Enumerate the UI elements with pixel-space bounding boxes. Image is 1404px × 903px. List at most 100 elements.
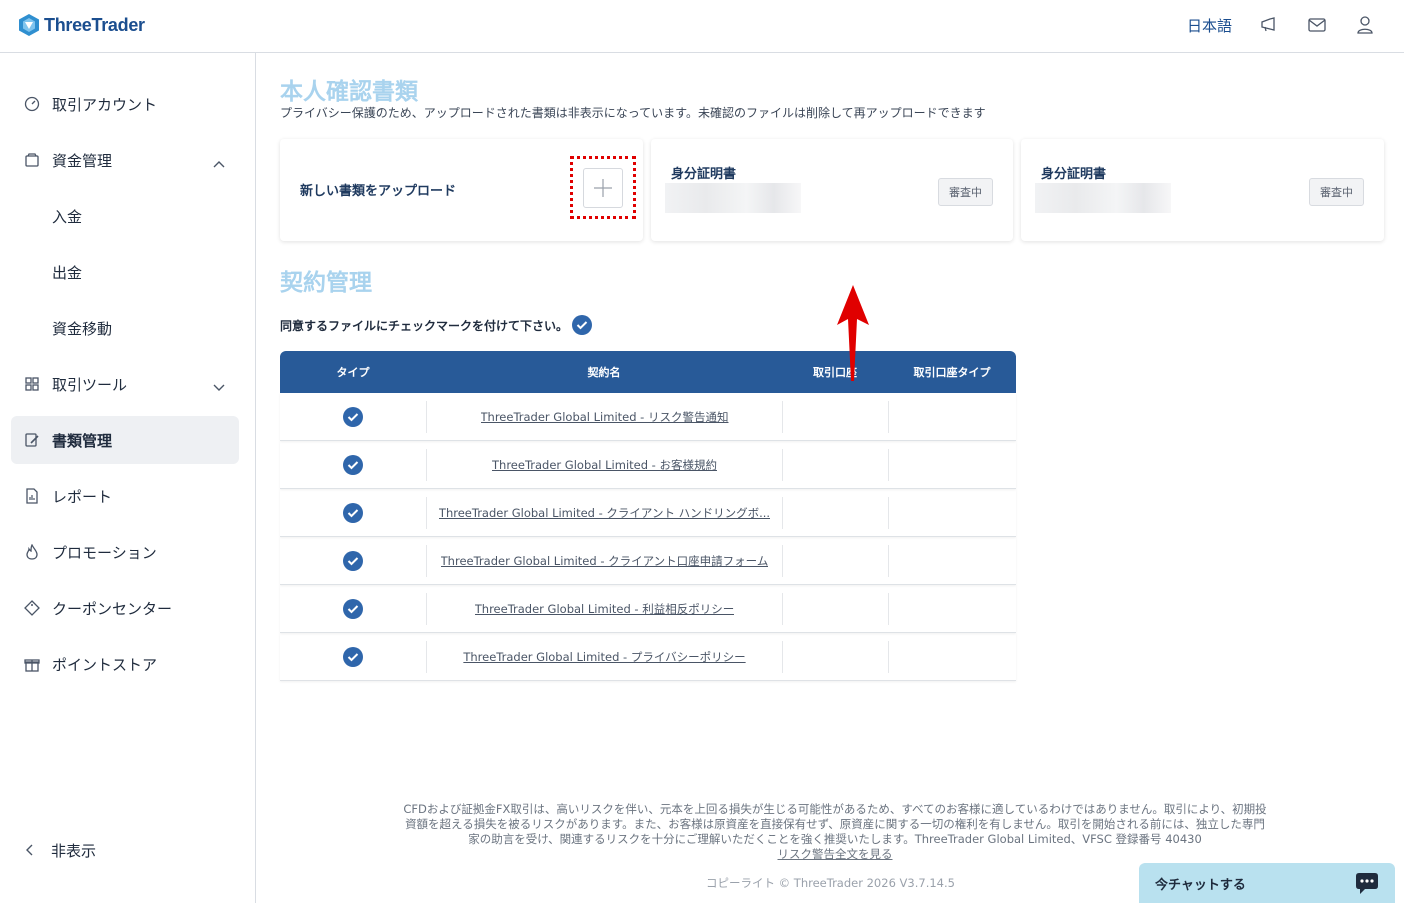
upload-button[interactable] xyxy=(583,167,623,208)
sidebar-item-funds[interactable]: 資金管理 xyxy=(11,136,239,184)
column-header-contract-name: 契約名 xyxy=(587,366,621,379)
account-cell xyxy=(782,544,888,577)
sidebar-item-transfer[interactable]: 資金移動 xyxy=(11,304,239,352)
chat-bubble-icon xyxy=(1356,873,1378,894)
contract-name-cell: ThreeTrader Global Limited - プライバシーポリシー xyxy=(426,640,782,673)
chat-widget[interactable]: 今チャットする xyxy=(1139,863,1395,903)
sidebar-item-label: プロモーション xyxy=(52,543,157,562)
annotation-arrow xyxy=(837,285,869,381)
account-type-cell xyxy=(888,640,1016,673)
account-type-cell xyxy=(888,592,1016,625)
sidebar-item-deposit[interactable]: 入金 xyxy=(11,192,239,240)
blurred-document-preview xyxy=(665,183,801,213)
sidebar-item-trading-tools[interactable]: 取引ツール xyxy=(11,360,239,408)
account-cell xyxy=(782,400,888,433)
check-circle-icon[interactable] xyxy=(343,598,363,619)
sidebar-item-point-store[interactable]: ポイントストア xyxy=(11,640,239,688)
contract-name-cell: ThreeTrader Global Limited - お客様規約 xyxy=(426,448,782,481)
table-row: ThreeTrader Global Limited - お客様規約 xyxy=(280,441,1016,489)
wallet-icon xyxy=(23,151,41,169)
flame-icon xyxy=(23,543,41,561)
sidebar-item-promotions[interactable]: プロモーション xyxy=(11,528,239,576)
ticket-icon xyxy=(23,599,41,617)
privacy-notice: プライバシー保護のため、アップロードされた書類は非表示になっています。未確認のフ… xyxy=(280,106,986,120)
column-header-type: タイプ xyxy=(336,366,370,379)
contract-name-cell: ThreeTrader Global Limited - クライアント口座申請フ… xyxy=(426,544,782,577)
contract-link[interactable]: ThreeTrader Global Limited - リスク警告通知 xyxy=(481,409,729,425)
document-title: 身分証明書 xyxy=(671,167,737,182)
type-cell xyxy=(280,545,426,577)
check-circle-icon[interactable] xyxy=(343,502,363,523)
gift-icon xyxy=(23,655,41,673)
hide-sidebar-button[interactable]: 非表示 xyxy=(11,826,239,874)
table-row: ThreeTrader Global Limited - プライバシーポリシー xyxy=(280,633,1016,681)
copyright: コピーライト © ThreeTrader 2026 V3.7.14.5 xyxy=(706,876,955,890)
chat-label: 今チャットする xyxy=(1155,877,1246,893)
risk-warning-link[interactable]: リスク警告全文を見る xyxy=(778,847,893,861)
upload-card: 新しい書類をアップロード xyxy=(280,139,643,241)
megaphone-icon[interactable] xyxy=(1258,12,1280,38)
chevron-down-icon xyxy=(213,377,225,396)
chevron-up-icon xyxy=(213,153,225,172)
sidebar-item-withdraw[interactable]: 出金 xyxy=(11,248,239,296)
blurred-document-preview xyxy=(1035,183,1171,213)
risk-warning: CFDおよび証拠金FX取引は、高いリスクを伴い、元本を上回る損失が生じる可能性が… xyxy=(400,802,1270,862)
check-circle-icon[interactable] xyxy=(343,454,363,475)
table-row: ThreeTrader Global Limited - 利益相反ポリシー xyxy=(280,585,1016,633)
column-header-account: 取引口座 xyxy=(813,366,857,379)
sidebar-item-label: 資金移動 xyxy=(52,319,113,338)
sidebar-item-label: レポート xyxy=(52,487,113,506)
contract-link[interactable]: ThreeTrader Global Limited - 利益相反ポリシー xyxy=(475,601,735,617)
sidebar-item-label: 入金 xyxy=(52,207,83,226)
account-type-cell xyxy=(888,448,1016,481)
check-circle-icon[interactable] xyxy=(343,550,363,571)
contract-link[interactable]: ThreeTrader Global Limited - お客様規約 xyxy=(492,457,717,473)
logo[interactable]: ThreeTrader xyxy=(18,13,145,37)
document-title: 身分証明書 xyxy=(1041,167,1107,182)
contracts-section-title: 契約管理 xyxy=(280,270,372,296)
identity-section-title: 本人確認書類 xyxy=(280,79,418,105)
document-card[interactable]: 身分証明書 審査中 xyxy=(1021,139,1384,241)
sidebar-item-coupon-center[interactable]: クーポンセンター xyxy=(11,584,239,632)
hide-label: 非表示 xyxy=(51,841,97,860)
gauge-icon xyxy=(23,95,41,113)
type-cell xyxy=(280,641,426,673)
sidebar-item-trading-accounts[interactable]: 取引アカウント xyxy=(11,80,239,128)
check-circle-icon[interactable] xyxy=(343,646,363,667)
sidebar-item-label: 取引ツール xyxy=(52,375,128,394)
contract-link[interactable]: ThreeTrader Global Limited - クライアント ハンドリ… xyxy=(439,505,770,521)
report-icon xyxy=(23,487,41,505)
language-selector[interactable]: 日本語 xyxy=(1187,15,1232,36)
sidebar: 取引アカウント 資金管理 入金 出金 資金移動 取引ツール 書類管理 レポート … xyxy=(0,53,256,903)
document-card[interactable]: 身分証明書 審査中 xyxy=(651,139,1013,241)
sidebar-item-reports[interactable]: レポート xyxy=(11,472,239,520)
type-cell xyxy=(280,401,426,433)
logo-text: ThreeTrader xyxy=(44,14,145,35)
contract-name-cell: ThreeTrader Global Limited - リスク警告通知 xyxy=(426,400,782,433)
type-cell xyxy=(280,593,426,625)
check-circle-icon xyxy=(572,315,592,335)
table-header: タイプ 契約名 取引口座 取引口座タイプ xyxy=(280,351,1016,393)
contract-name-cell: ThreeTrader Global Limited - 利益相反ポリシー xyxy=(426,592,782,625)
type-cell xyxy=(280,497,426,529)
user-icon[interactable] xyxy=(1354,12,1376,38)
chevron-left-icon xyxy=(25,841,33,860)
sidebar-item-label: 書類管理 xyxy=(52,431,113,450)
upload-label: 新しい書類をアップロード xyxy=(300,184,457,199)
account-cell xyxy=(782,640,888,673)
column-header-account-type: 取引口座タイプ xyxy=(913,366,991,379)
sidebar-item-label: 出金 xyxy=(52,263,83,282)
sidebar-item-label: 取引アカウント xyxy=(52,95,158,114)
sidebar-item-documents[interactable]: 書類管理 xyxy=(11,416,239,464)
contract-link[interactable]: ThreeTrader Global Limited - プライバシーポリシー xyxy=(463,649,745,665)
tools-icon xyxy=(23,375,41,393)
status-badge: 審査中 xyxy=(1309,178,1364,206)
mail-icon[interactable] xyxy=(1306,12,1328,38)
sidebar-item-label: ポイントストア xyxy=(52,655,158,674)
check-circle-icon[interactable] xyxy=(343,406,363,427)
contract-link[interactable]: ThreeTrader Global Limited - クライアント口座申請フ… xyxy=(441,553,769,569)
table-row: ThreeTrader Global Limited - クライアント ハンドリ… xyxy=(280,489,1016,537)
contract-name-cell: ThreeTrader Global Limited - クライアント ハンドリ… xyxy=(426,496,782,529)
main-content: 本人確認書類 プライバシー保護のため、アップロードされた書類は非表示になっていま… xyxy=(256,53,1404,903)
logo-icon xyxy=(19,14,39,36)
